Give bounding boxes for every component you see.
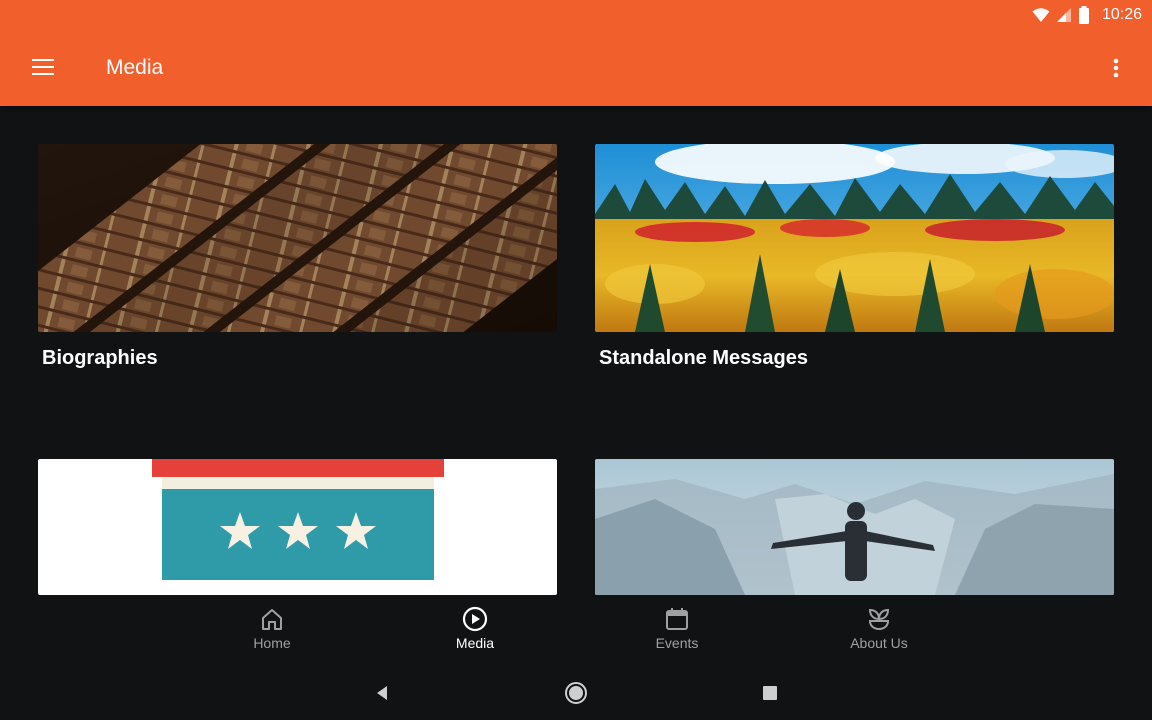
media-card-standalone-messages[interactable]: Standalone Messages	[595, 144, 1114, 370]
calendar-icon	[666, 608, 688, 630]
media-card-cliff[interactable]	[595, 459, 1114, 595]
system-recents-button[interactable]	[756, 679, 784, 707]
recents-icon	[763, 686, 777, 700]
nav-label: Media	[455, 635, 495, 651]
back-icon	[377, 686, 387, 700]
app-screen: 10:26 Media Biographies Standalone Messa…	[0, 0, 1152, 720]
sprout-icon	[868, 608, 890, 631]
bookshelf-photo	[38, 144, 557, 332]
play-circle-icon	[462, 606, 488, 632]
card-label: Biographies	[42, 347, 158, 369]
menu-button[interactable]	[26, 52, 60, 82]
bottom-navigation: Home Media Events About Us	[0, 595, 1152, 665]
status-bar: 10:26	[1032, 4, 1142, 26]
nav-item-about-us[interactable]: About Us	[819, 605, 939, 661]
nav-item-home[interactable]: Home	[212, 605, 332, 661]
page-title: Media	[106, 56, 164, 79]
hamburger-menu-icon	[32, 59, 54, 75]
overflow-menu-button[interactable]	[1104, 52, 1128, 84]
more-vert-icon	[1113, 58, 1119, 78]
system-navigation-bar	[0, 665, 1152, 720]
nav-item-media[interactable]: Media	[415, 605, 535, 661]
home-circle-icon	[565, 682, 587, 704]
media-card-biographies[interactable]: Biographies	[38, 144, 557, 370]
media-card-stars[interactable]	[38, 459, 557, 595]
nav-item-events[interactable]: Events	[617, 605, 737, 661]
status-time: 10:26	[1101, 6, 1142, 23]
card-label: Standalone Messages	[599, 347, 808, 369]
battery-icon	[1078, 6, 1089, 24]
nav-label: Home	[253, 635, 291, 651]
nav-label: About Us	[850, 635, 908, 651]
cell-signal-icon	[1056, 8, 1071, 22]
stars-banner-illustration	[38, 459, 557, 595]
system-back-button[interactable]	[368, 679, 396, 707]
wifi-icon	[1032, 8, 1050, 22]
system-home-button[interactable]	[562, 679, 590, 707]
home-icon	[262, 609, 282, 630]
man-on-cliff-photo	[595, 459, 1114, 595]
app-bar: 10:26 Media	[0, 0, 1152, 106]
nav-label: Events	[655, 635, 699, 651]
autumn-forest-photo	[595, 144, 1114, 332]
